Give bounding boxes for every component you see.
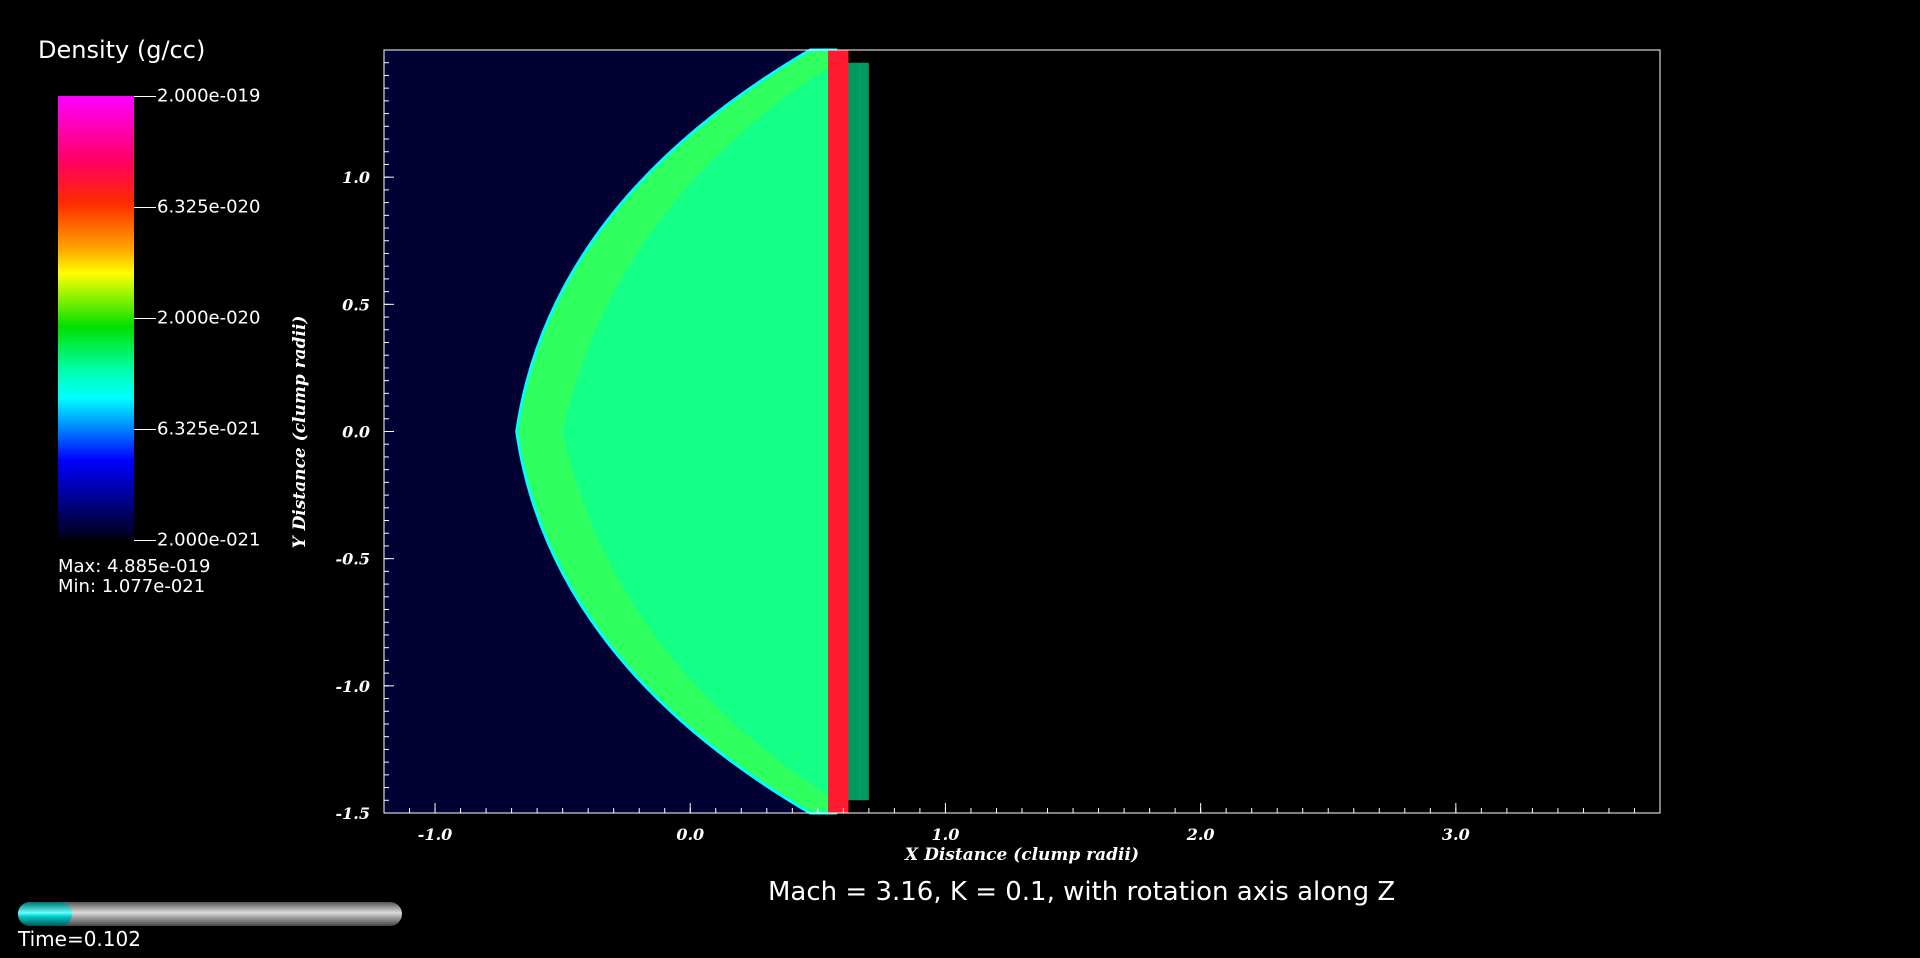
- time-label: Time=0.102: [18, 927, 141, 951]
- y-tick-label: -0.5: [336, 550, 370, 569]
- x-tick-label: 1.0: [932, 825, 960, 844]
- density-filament: [828, 50, 849, 813]
- x-axis-label: X Distance (clump radii): [904, 845, 1139, 865]
- chart-title: Mach = 3.16, K = 0.1, with rotation axis…: [768, 877, 1396, 907]
- time-slider[interactable]: [18, 902, 402, 926]
- plot-svg: -1.0 0.0 1.0 2.0 3.0 1.0 0.5 0.0 -0.5 -1.0 -1.5 X…: [290, 48, 1661, 865]
- y-tick-label: 0.5: [342, 295, 370, 314]
- y-tick-label: 1.0: [342, 168, 370, 187]
- x-tick-label: 0.0: [676, 825, 704, 844]
- y-axis-label: Y Distance (clump radii): [290, 316, 310, 549]
- y-tick-label: -1.5: [336, 804, 370, 823]
- y-tick-label: 0.0: [342, 423, 370, 442]
- time-slider-fill: [18, 902, 72, 926]
- y-tick-label: -1.0: [336, 677, 370, 696]
- x-tick-label: 2.0: [1186, 825, 1215, 844]
- x-tick-label: -1.0: [418, 825, 452, 844]
- x-tick-label: 3.0: [1442, 825, 1470, 844]
